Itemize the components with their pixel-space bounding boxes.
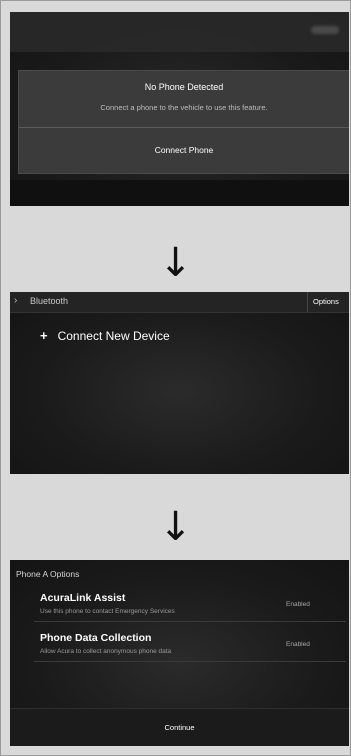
option-title: AcuraLink Assist (40, 592, 126, 604)
phone-options-screen: Phone A Options AcuraLink Assist Use thi… (10, 560, 349, 746)
continue-button[interactable]: Continue (10, 709, 349, 746)
connect-phone-button[interactable]: Connect Phone (19, 128, 349, 173)
blurred-status-indicator (311, 26, 339, 34)
option-title: Phone Data Collection (40, 632, 152, 644)
blurred-top-bar (10, 12, 349, 52)
options-button[interactable]: Options (313, 297, 339, 306)
connect-new-device-label: Connect New Device (57, 329, 170, 343)
list-item-phone-data-collection[interactable]: Phone Data Collection Allow Acura to col… (34, 630, 346, 662)
page-title: Bluetooth (30, 296, 69, 306)
dialog-title: No Phone Detected (144, 82, 224, 92)
plus-icon: + (40, 328, 48, 343)
option-description: Use this phone to contact Emergency Serv… (40, 608, 175, 615)
chevron-right-icon[interactable]: › (14, 295, 17, 306)
connect-new-device-item[interactable]: + Connect New Device (40, 328, 170, 343)
list-item-acuralink-assist[interactable]: AcuraLink Assist Use this phone to conta… (34, 590, 346, 622)
header-divider (307, 292, 308, 312)
option-status: Enabled (286, 641, 310, 648)
down-arrow-icon: ↓ (158, 504, 193, 550)
option-status: Enabled (286, 601, 310, 608)
no-phone-dialog: No Phone Detected Connect a phone to the… (18, 70, 349, 174)
bottom-bar (10, 180, 349, 206)
page-title: Phone A Options (16, 569, 80, 579)
down-arrow-icon: ↓ (158, 240, 193, 286)
footer-bar: Continue (10, 708, 349, 746)
bluetooth-screen: › Bluetooth Options + Connect New Device (10, 292, 349, 474)
no-phone-screen: No Phone Detected Connect a phone to the… (10, 12, 349, 206)
dialog-message: Connect a phone to the vehicle to use th… (100, 103, 268, 112)
option-description: Allow Acura to collect anonymous phone d… (40, 648, 172, 655)
bluetooth-header: › Bluetooth Options (10, 292, 349, 313)
